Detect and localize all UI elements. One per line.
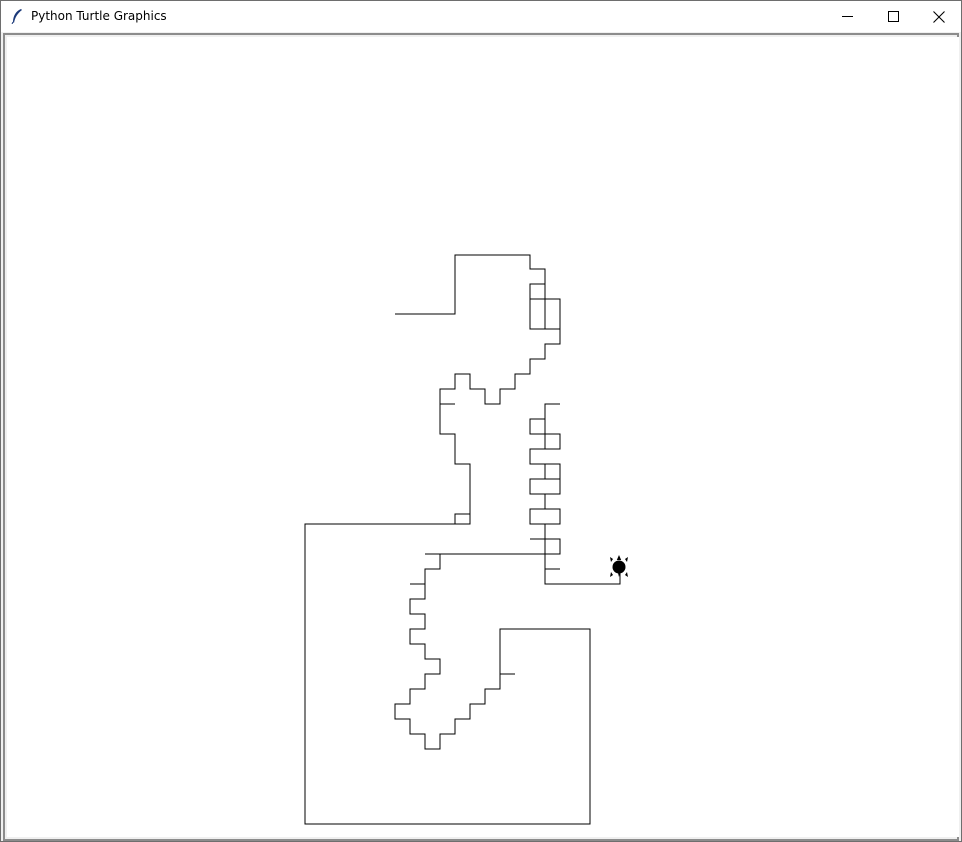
minimize-icon [841,11,853,22]
app-window: Python Turtle Graphics [0,0,962,842]
turtle-drawing [304,254,628,825]
window-title: Python Turtle Graphics [31,9,167,23]
turtle-path-segment [395,254,561,525]
close-button[interactable] [916,1,962,32]
close-icon [933,10,945,23]
turtle-path-segment [529,284,560,330]
maximize-button[interactable] [870,1,916,32]
turtle-path-segment [529,403,561,495]
minimize-button[interactable] [824,1,870,32]
turtle-canvas[interactable] [7,37,959,837]
turtle-path-segment [529,494,561,525]
title-bar[interactable]: Python Turtle Graphics [1,1,961,32]
maximize-icon [887,11,899,22]
canvas-frame [3,33,959,841]
feather-icon [11,8,23,25]
turtle-icon [610,555,628,577]
